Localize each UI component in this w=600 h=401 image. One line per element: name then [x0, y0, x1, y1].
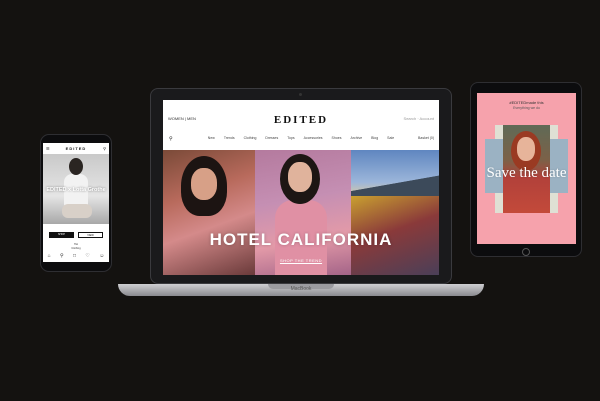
search-icon[interactable]: ⚲ [60, 253, 64, 262]
nav-item[interactable]: Dresses [265, 136, 278, 144]
laptop-brand-label: MacBook [290, 286, 312, 292]
hero-banner[interactable]: HOTEL CALIFORNIA SHOP THE TREND [163, 150, 439, 275]
mountain-shape [351, 174, 439, 196]
nav-item[interactable]: New [208, 136, 215, 144]
nav-item[interactable]: Accessories [304, 136, 323, 144]
hero-title: HOTEL CALIFORNIA [209, 230, 393, 249]
home-button-icon[interactable] [522, 248, 530, 256]
nav-item[interactable]: Clothing [244, 136, 257, 144]
view-button[interactable]: VIEW [78, 232, 103, 238]
model-hair [69, 158, 83, 175]
model-face [191, 168, 217, 200]
nav-item[interactable]: Sale [387, 136, 394, 144]
phone-caption: Clothing [71, 247, 81, 250]
laptop-screen: WOMEN | MEN Search · Account EDITED ⚲ Ne… [163, 100, 439, 275]
camera-icon [299, 93, 302, 96]
tablet-subheader: Everything we do [513, 106, 540, 110]
model-face [517, 137, 535, 161]
heart-icon[interactable]: ♡ [85, 253, 89, 262]
save-the-date-title: Save the date [486, 165, 567, 181]
phone-logo[interactable]: EDITED [43, 146, 109, 151]
phone-hero-title: EDITED x Lotta Grothe [46, 187, 106, 193]
model-legs [62, 204, 92, 218]
nav-item[interactable]: Blog [371, 136, 378, 144]
nav-item[interactable]: Trends [224, 136, 235, 144]
bag-icon[interactable]: □ [73, 253, 76, 262]
shop-the-trend-link[interactable]: SHOP THE TREND [163, 258, 439, 263]
nav-item[interactable]: Tops [287, 136, 294, 144]
nav-item[interactable]: Shoes [332, 136, 342, 144]
phone-tab-bar: ⌂ ⚲ □ ♡ ☺ [43, 253, 109, 262]
site-logo[interactable]: EDITED [163, 114, 439, 126]
phone-screen: ☰ EDITED ⚲ EDITED x Lotta Grothe SHOP VI… [43, 143, 109, 262]
home-icon[interactable]: ⌂ [48, 253, 51, 262]
search-icon[interactable]: ⚲ [103, 146, 106, 151]
tablet-screen: #EDITEDmade this Everything we do Save t… [477, 93, 576, 244]
user-icon[interactable]: ☺ [99, 253, 104, 262]
basket-link[interactable]: Basket (0) [418, 136, 434, 140]
tablet-header: #EDITEDmade this [509, 100, 544, 105]
nav-item[interactable]: Archive [350, 136, 362, 144]
site-nav: New Trends Clothing Dresses Tops Accesso… [163, 136, 439, 144]
shop-button[interactable]: SHOP [49, 232, 74, 238]
phone-caption: Hot [74, 243, 78, 246]
site-header: WOMEN | MEN Search · Account EDITED ⚲ Ne… [163, 100, 439, 147]
model-face [288, 162, 312, 192]
